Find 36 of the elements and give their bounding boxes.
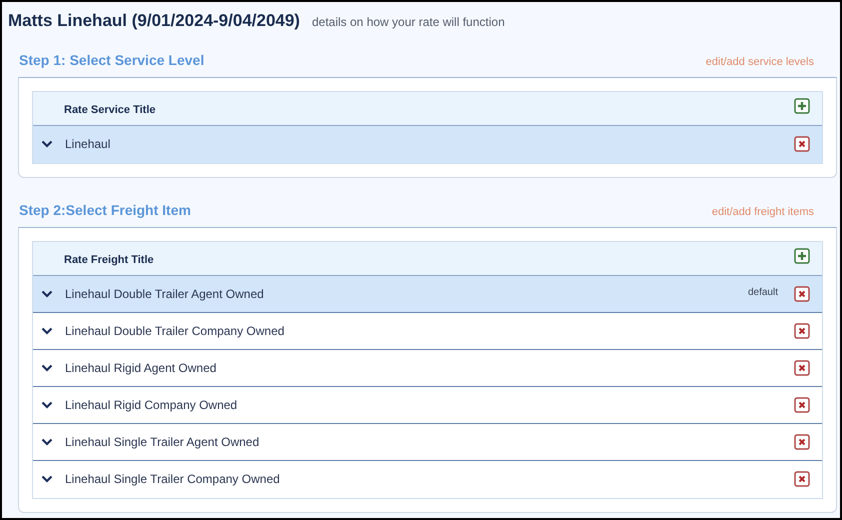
delete-icon[interactable] <box>794 434 810 450</box>
delete-icon[interactable] <box>794 322 810 338</box>
page-title: Matts Linehaul (9/01/2024-9/04/2049) <box>8 10 300 32</box>
delete-icon[interactable] <box>794 136 810 152</box>
row-label: Linehaul Rigid Agent Owned <box>65 360 218 376</box>
delete-icon[interactable] <box>794 396 810 412</box>
table-row[interactable]: Linehaul Rigid Company Owned <box>33 386 822 424</box>
column-header: Rate Freight Title <box>64 253 154 268</box>
chevron-down-icon[interactable] <box>41 400 53 408</box>
row-label: Linehaul <box>65 136 112 153</box>
chevron-down-icon[interactable] <box>41 290 53 298</box>
row-label: Linehaul Single Trailer Company Owned <box>65 471 281 488</box>
add-icon[interactable] <box>794 98 810 114</box>
row-label: Linehaul Double Trailer Agent Owned <box>65 286 265 302</box>
delete-icon[interactable] <box>794 471 810 487</box>
table-row[interactable]: Linehaul Double Trailer Company Owned <box>33 312 822 350</box>
step-heading: Step 2:Select Freight Item <box>19 200 191 220</box>
chevron-down-icon[interactable] <box>41 438 53 446</box>
delete-icon[interactable] <box>794 286 810 302</box>
row-label: Linehaul Rigid Company Owned <box>65 396 238 414</box>
row-label: Linehaul Double Trailer Company Owned <box>65 322 286 340</box>
table-row[interactable]: Linehaul Rigid Agent Owned <box>33 350 822 386</box>
chevron-down-icon[interactable] <box>41 326 53 334</box>
delete-icon[interactable] <box>794 360 810 376</box>
chevron-down-icon[interactable] <box>41 475 53 483</box>
page-subtitle: details on how your rate will function <box>312 14 505 31</box>
default-tag: default <box>748 284 778 300</box>
table-row[interactable]: Linehaul Single Trailer Agent Owned <box>33 424 822 460</box>
table-row[interactable]: Linehaul <box>33 126 822 162</box>
table-row[interactable]: Linehaul Double Trailer Agent Owned default <box>33 276 822 312</box>
step-heading: Step 1: Select Service Level <box>19 50 204 70</box>
add-icon[interactable] <box>794 248 810 264</box>
column-header: Rate Service Title <box>64 103 156 118</box>
chevron-down-icon[interactable] <box>41 364 53 372</box>
chevron-down-icon[interactable] <box>41 140 53 148</box>
row-label: Linehaul Single Trailer Agent Owned <box>65 434 260 450</box>
